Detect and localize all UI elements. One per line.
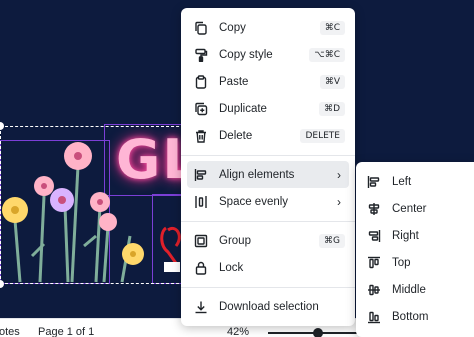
download-icon: [194, 300, 208, 314]
menu-item-copy[interactable]: Copy ⌘C: [187, 14, 349, 41]
lock-icon: [194, 261, 208, 275]
zoom-level[interactable]: 42%: [227, 326, 249, 337]
align-middle-icon: [367, 283, 381, 297]
align-center-icon: [367, 202, 381, 216]
shortcut-badge: ⌥⌘C: [309, 47, 345, 62]
align-submenu: Left Center Right Top Middle Bottom: [356, 162, 474, 337]
menu-item-label: Download selection: [219, 300, 319, 313]
menu-divider: [181, 221, 355, 222]
submenu-item-label: Middle: [392, 283, 426, 296]
align-bottom-option[interactable]: Bottom: [362, 303, 468, 330]
menu-item-label: Duplicate: [219, 102, 267, 115]
submenu-item-label: Left: [392, 175, 412, 188]
submenu-item-label: Right: [392, 229, 419, 242]
zoom-slider-thumb[interactable]: [313, 328, 323, 337]
align-top-icon: [367, 256, 381, 270]
shortcut-badge: DELETE: [300, 128, 345, 143]
menu-item-align-elements[interactable]: Align elements ›: [187, 161, 349, 188]
shortcut-badge: ⌘V: [319, 74, 345, 89]
align-right-icon: [367, 229, 381, 243]
chevron-right-icon: ›: [337, 167, 341, 182]
group-icon: [194, 234, 208, 248]
align-right-option[interactable]: Right: [362, 222, 468, 249]
shortcut-badge: ⌘D: [319, 101, 345, 116]
submenu-item-label: Center: [392, 202, 427, 215]
menu-item-label: Align elements: [219, 168, 295, 181]
chevron-right-icon: ›: [337, 194, 341, 209]
menu-item-label: Group: [219, 234, 251, 247]
menu-item-paste[interactable]: Paste ⌘V: [187, 68, 349, 95]
submenu-item-label: Bottom: [392, 310, 429, 323]
menu-item-label: Lock: [219, 261, 244, 274]
page-indicator[interactable]: Page 1 of 1: [38, 326, 94, 337]
clipboard-icon: [194, 74, 208, 89]
menu-item-label: Paste: [219, 75, 249, 88]
align-left-icon: [367, 175, 381, 189]
menu-item-group[interactable]: Group ⌘G: [187, 227, 349, 254]
trash-icon: [194, 129, 208, 143]
menu-divider: [181, 287, 355, 288]
align-bottom-icon: [367, 310, 381, 324]
align-top-option[interactable]: Top: [362, 249, 468, 276]
menu-item-label: Space evenly: [219, 195, 289, 208]
shortcut-badge: ⌘C: [319, 20, 345, 35]
selection-handle-bottom-left[interactable]: [0, 280, 4, 288]
align-icon: [194, 168, 208, 182]
menu-item-download-selection[interactable]: Download selection: [187, 293, 349, 320]
menu-item-space-evenly[interactable]: Space evenly ›: [187, 188, 349, 215]
submenu-item-label: Top: [392, 256, 411, 269]
menu-item-lock[interactable]: Lock: [187, 254, 349, 281]
space-evenly-icon: [194, 195, 208, 209]
copy-icon: [194, 21, 208, 35]
shortcut-badge: ⌘G: [319, 233, 345, 248]
notes-button[interactable]: otes: [0, 326, 20, 337]
menu-item-label: Delete: [219, 129, 253, 142]
align-middle-option[interactable]: Middle: [362, 276, 468, 303]
menu-item-copy-style[interactable]: Copy style ⌥⌘C: [187, 41, 349, 68]
menu-item-label: Copy style: [219, 48, 273, 61]
menu-item-duplicate[interactable]: Duplicate ⌘D: [187, 95, 349, 122]
menu-item-delete[interactable]: Delete DELETE: [187, 122, 349, 149]
align-left-option[interactable]: Left: [362, 168, 468, 195]
duplicate-icon: [194, 102, 208, 116]
align-center-option[interactable]: Center: [362, 195, 468, 222]
context-menu: Copy ⌘C Copy style ⌥⌘C Paste ⌘V Duplicat…: [181, 8, 355, 326]
paint-roller-icon: [194, 48, 208, 62]
menu-item-label: Copy: [219, 21, 246, 34]
menu-divider: [181, 155, 355, 156]
